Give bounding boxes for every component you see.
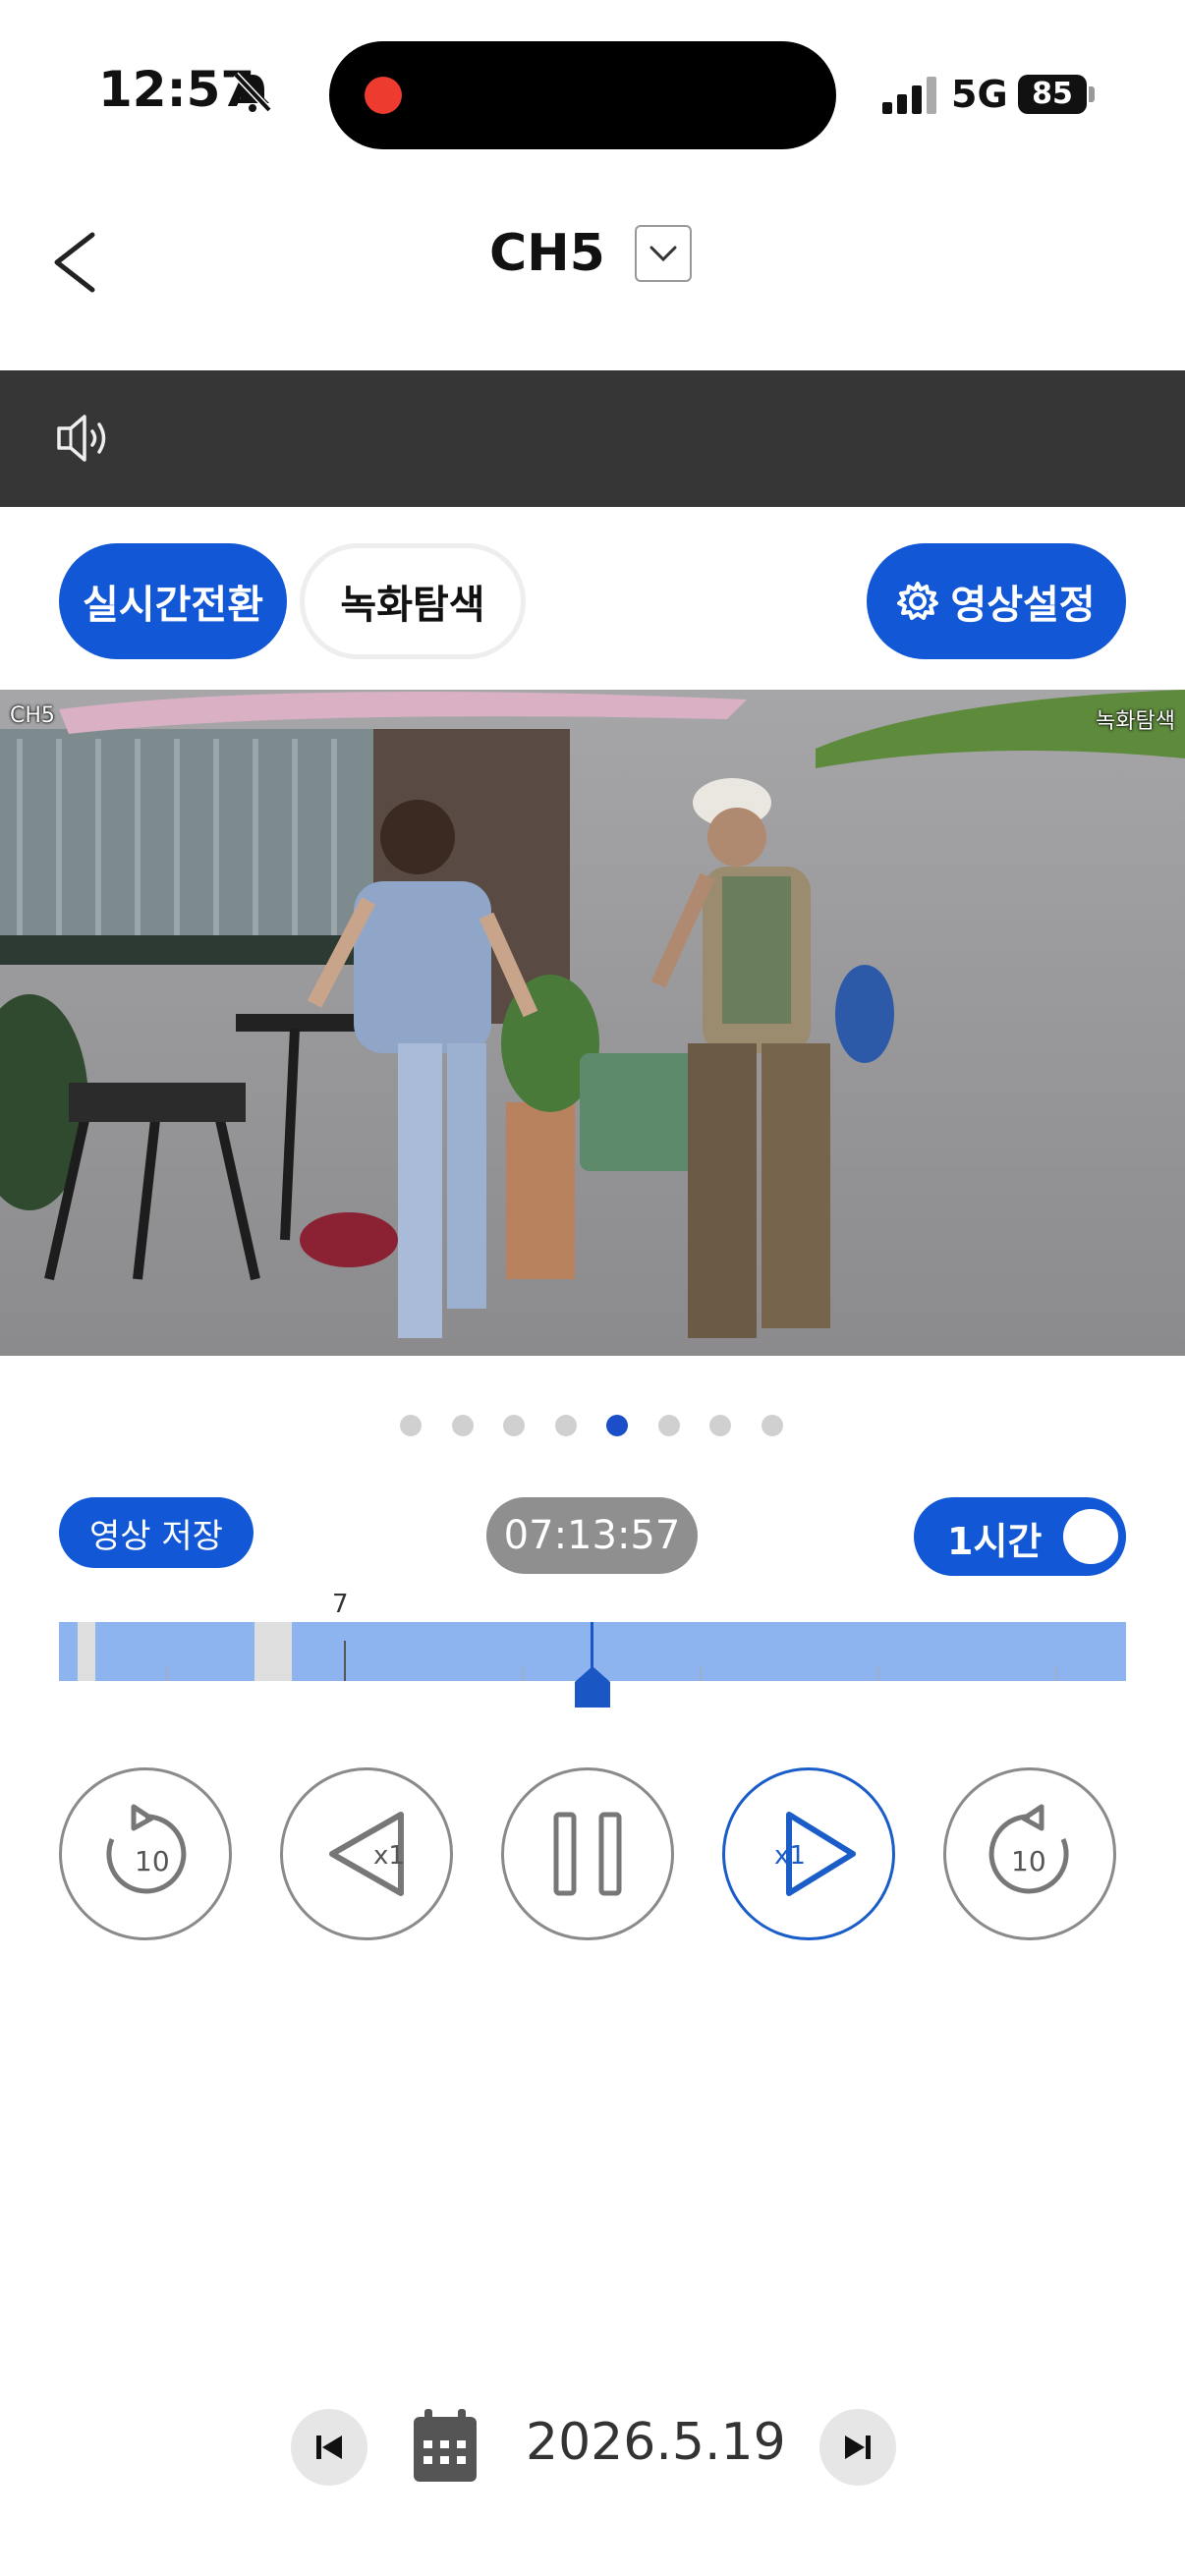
timeline-tick xyxy=(166,1666,168,1681)
skip-back-icon xyxy=(316,2436,342,2459)
gear-icon xyxy=(897,582,939,620)
time-range-label: 1시간 xyxy=(947,1520,1043,1563)
page-dot[interactable] xyxy=(761,1415,783,1436)
pause-button[interactable] xyxy=(501,1767,674,1940)
video-settings-button[interactable]: 영상설정 xyxy=(867,543,1126,659)
video-settings-label: 영상설정 xyxy=(950,583,1096,628)
timeline-tick xyxy=(700,1666,702,1681)
video-feed[interactable]: CH5 녹화탐색 xyxy=(0,690,1185,1356)
save-video-button[interactable]: 영상 저장 xyxy=(59,1497,254,1568)
forward-10-button[interactable]: 10 xyxy=(943,1767,1116,1940)
page-dot[interactable] xyxy=(657,1415,680,1436)
page-dot[interactable] xyxy=(503,1415,525,1436)
recording-indicator-icon xyxy=(365,77,402,114)
next-day-button[interactable] xyxy=(819,2409,896,2486)
signal-icon xyxy=(882,77,939,118)
timeline-tick xyxy=(522,1666,524,1681)
page-dot[interactable] xyxy=(709,1415,731,1436)
page-title: CH5 xyxy=(489,224,605,283)
play-icon xyxy=(786,1812,856,1896)
page-dot[interactable] xyxy=(606,1415,628,1436)
timeline-tick xyxy=(1055,1666,1057,1681)
rewind-seconds-label: 10 xyxy=(135,1845,170,1877)
reverse-play-button[interactable]: x1 xyxy=(280,1767,453,1940)
channel-selector[interactable]: CH5 xyxy=(489,224,692,283)
current-time: 07:13:57 xyxy=(486,1497,698,1574)
chevron-left-icon xyxy=(54,232,95,293)
battery-tip xyxy=(1089,86,1095,102)
silent-bell-icon xyxy=(232,71,273,118)
page-dot[interactable] xyxy=(451,1415,474,1436)
video-channel-overlay: CH5 xyxy=(10,703,55,728)
page-dot[interactable] xyxy=(554,1415,577,1436)
pause-icon xyxy=(553,1812,622,1896)
live-view-button[interactable]: 실시간전환 xyxy=(59,543,287,659)
current-date[interactable]: 2026.5.19 xyxy=(526,2413,786,2472)
toggle-knob xyxy=(1063,1509,1118,1564)
forward-seconds-label: 10 xyxy=(1011,1845,1046,1877)
battery-indicator: 85 xyxy=(1018,75,1087,114)
chevron-down-icon xyxy=(649,246,677,262)
previous-day-button[interactable] xyxy=(291,2409,367,2486)
forward-speed-label: x1 xyxy=(774,1841,806,1871)
back-button[interactable] xyxy=(39,228,108,297)
network-type: 5G xyxy=(951,73,1008,116)
recording-search-button[interactable]: 녹화탐색 xyxy=(300,543,526,659)
video-mode-overlay: 녹화탐색 xyxy=(1096,709,1175,734)
timeline-gap xyxy=(254,1622,292,1681)
forward-play-button[interactable]: x1 xyxy=(722,1767,895,1940)
timeline-hour-label: 7 xyxy=(332,1590,349,1619)
speaker-icon[interactable] xyxy=(55,411,116,470)
calendar-icon[interactable] xyxy=(411,2407,480,2490)
dynamic-island xyxy=(329,41,836,149)
playhead-handle[interactable] xyxy=(575,1666,610,1711)
skip-forward-icon xyxy=(845,2436,871,2459)
timeline-hour-tick xyxy=(344,1641,346,1681)
page-dot[interactable] xyxy=(400,1415,422,1436)
reverse-speed-label: x1 xyxy=(373,1841,405,1871)
audio-bar xyxy=(0,370,1185,507)
camera-scene xyxy=(0,690,1185,1356)
channel-dropdown-button[interactable] xyxy=(634,225,692,282)
rewind-10-button[interactable]: 10 xyxy=(59,1767,232,1940)
timeline-gap xyxy=(78,1622,95,1681)
timeline-tick xyxy=(877,1666,879,1681)
